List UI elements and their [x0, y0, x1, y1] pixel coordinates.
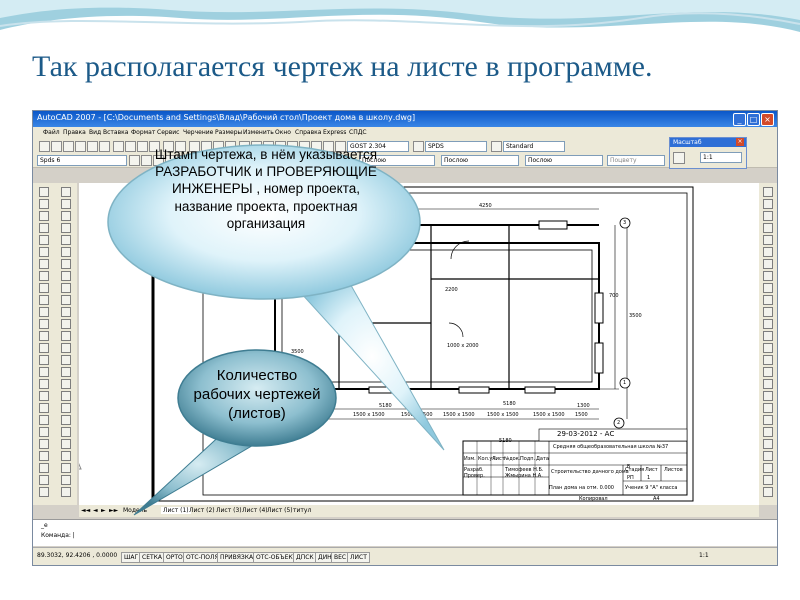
- sheets-callout-text: Количество рабочих чертежей (листов): [193, 367, 321, 422]
- callout-layer: [107, 144, 445, 516]
- stamp-callout-text: Штамп чертежа, в нём указывается РАЗРАБО…: [154, 147, 378, 231]
